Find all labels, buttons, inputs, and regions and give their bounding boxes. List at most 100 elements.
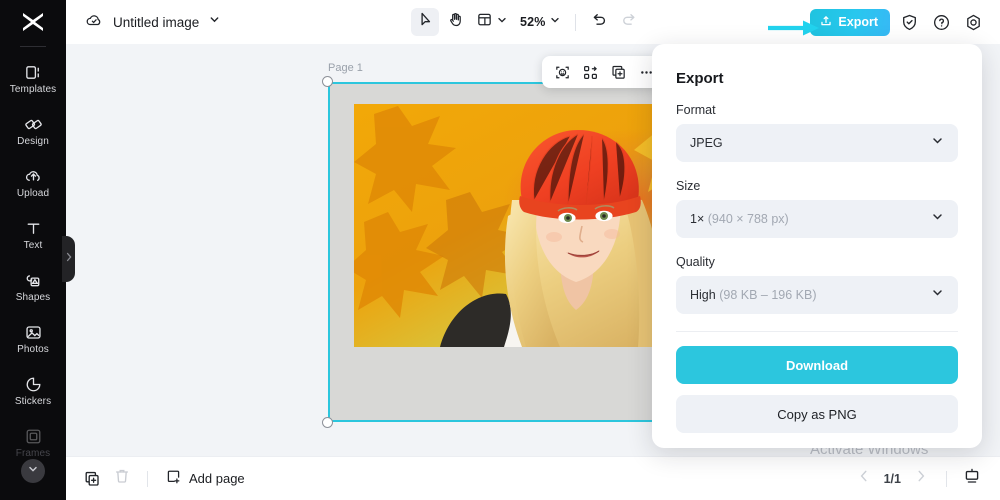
format-label: Format [676,103,716,117]
chevron-down-icon [930,209,945,229]
chevron-right-icon [65,250,73,268]
add-page-button[interactable]: Add page [159,465,251,493]
next-page-button[interactable] [907,465,935,493]
sidebar-item-label: Templates [9,84,57,95]
settings-gear-icon[interactable] [960,9,986,35]
sidebar-item-design[interactable]: Design [0,105,66,157]
document-title[interactable]: Untitled image [113,15,199,30]
cursor-arrow-icon [417,11,434,33]
copy-as-png-button[interactable]: Copy as PNG [676,395,958,433]
hand-icon [447,11,464,33]
page-counter: 1/1 [883,471,901,486]
toolbar-divider [574,13,576,31]
sidebar-item-stickers[interactable]: Stickers [0,365,66,417]
size-label: Size [676,179,701,193]
previous-page-button[interactable] [850,465,878,493]
sidebar-divider [20,46,46,47]
document-title-group: Untitled image [66,10,221,35]
sidebar-item-shapes[interactable]: Shapes [0,261,66,313]
capcut-logo-icon[interactable] [0,0,66,44]
upload-cloud-icon [24,167,43,186]
left-sidebar: Templates Design Upload Text Shapes Phot… [0,0,66,500]
undo-button[interactable] [585,8,613,36]
sidebar-item-label: Upload [16,188,50,199]
cutout-icon[interactable] [549,59,575,85]
text-icon [24,219,43,238]
sidebar-item-label: Text [23,240,43,251]
quality-value-range: (98 KB – 196 KB) [719,288,817,302]
size-value-scale: 1× [690,212,705,226]
bottom-toolbar: Add page 1/1 [66,456,1000,500]
sidebar-more-button[interactable] [21,459,45,483]
sidebar-collapse-handle[interactable] [62,236,75,282]
layout-button[interactable] [471,8,513,36]
stickers-icon [24,375,43,394]
canvas-tools: 52% [411,0,643,44]
zoom-level-value: 52% [520,15,546,29]
sidebar-item-templates[interactable]: Templates [0,53,66,105]
sidebar-item-label: Shapes [15,292,51,303]
page-label: Page 1 [328,62,363,74]
help-question-icon[interactable] [928,9,954,35]
export-panel: Export Format JPEG Size 1× (940 × 788 px… [652,44,982,448]
sidebar-item-text[interactable]: Text [0,209,66,261]
cloud-saved-icon [84,10,104,35]
select-tool-button[interactable] [411,8,439,36]
sidebar-items: Templates Design Upload Text Shapes Phot… [0,53,66,469]
sidebar-item-upload[interactable]: Upload [0,157,66,209]
templates-icon [24,63,43,82]
download-button[interactable]: Download [676,346,958,384]
convert-swap-icon[interactable] [577,59,603,85]
chevron-down-icon [930,285,945,305]
chevron-right-icon [913,468,929,489]
chevron-down-icon [27,462,39,480]
duplicate-icon[interactable] [605,59,631,85]
frames-icon [24,427,43,446]
resize-handle-top-left[interactable] [322,76,333,87]
chevron-left-icon [856,468,872,489]
resize-handle-bottom-left[interactable] [322,417,333,428]
shapes-icon [24,271,43,290]
capcut-editor-window: Templates Design Upload Text Shapes Phot… [0,0,1000,500]
quality-value: High (98 KB – 196 KB) [690,288,816,302]
element-floating-toolbar [542,56,666,88]
format-value: JPEG [690,136,723,150]
layout-caret-icon [496,13,508,31]
zoom-caret-icon [549,13,561,31]
title-caret-icon[interactable] [208,13,221,31]
chevron-down-icon [930,133,945,153]
export-button-label: Export [838,15,878,29]
top-toolbar: Untitled image 52% Export [66,0,1000,44]
zoom-level-button[interactable]: 52% [515,8,566,36]
size-value-dims: (940 × 788 px) [707,212,789,226]
page-actions: Add page [66,465,251,493]
quality-value-level: High [690,288,716,302]
quality-select[interactable]: High (98 KB – 196 KB) [676,276,958,314]
delete-page-button[interactable] [108,465,136,493]
undo-icon [590,11,608,34]
export-panel-title: Export [676,70,724,87]
sidebar-item-photos[interactable]: Photos [0,313,66,365]
hand-tool-button[interactable] [441,8,469,36]
bottombar-divider-right [946,470,947,487]
photos-icon [24,323,43,342]
redo-icon [620,11,638,34]
shield-check-icon[interactable] [896,9,922,35]
panel-divider [676,331,958,332]
present-button[interactable] [958,465,986,493]
redo-button[interactable] [615,8,643,36]
duplicate-page-icon[interactable] [78,465,106,493]
sidebar-item-label: Photos [17,344,49,355]
add-page-label: Add page [189,471,245,486]
size-select[interactable]: 1× (940 × 788 px) [676,200,958,238]
sidebar-item-label: Design [17,136,49,147]
sidebar-item-label: Frames [15,448,51,459]
export-button[interactable]: Export [810,8,890,36]
sidebar-item-label: Stickers [14,396,52,407]
trash-icon [113,467,131,490]
add-page-icon [165,468,182,490]
format-select[interactable]: JPEG [676,124,958,162]
size-value: 1× (940 × 788 px) [690,212,789,226]
design-icon [24,115,43,134]
quality-label: Quality [676,255,715,269]
